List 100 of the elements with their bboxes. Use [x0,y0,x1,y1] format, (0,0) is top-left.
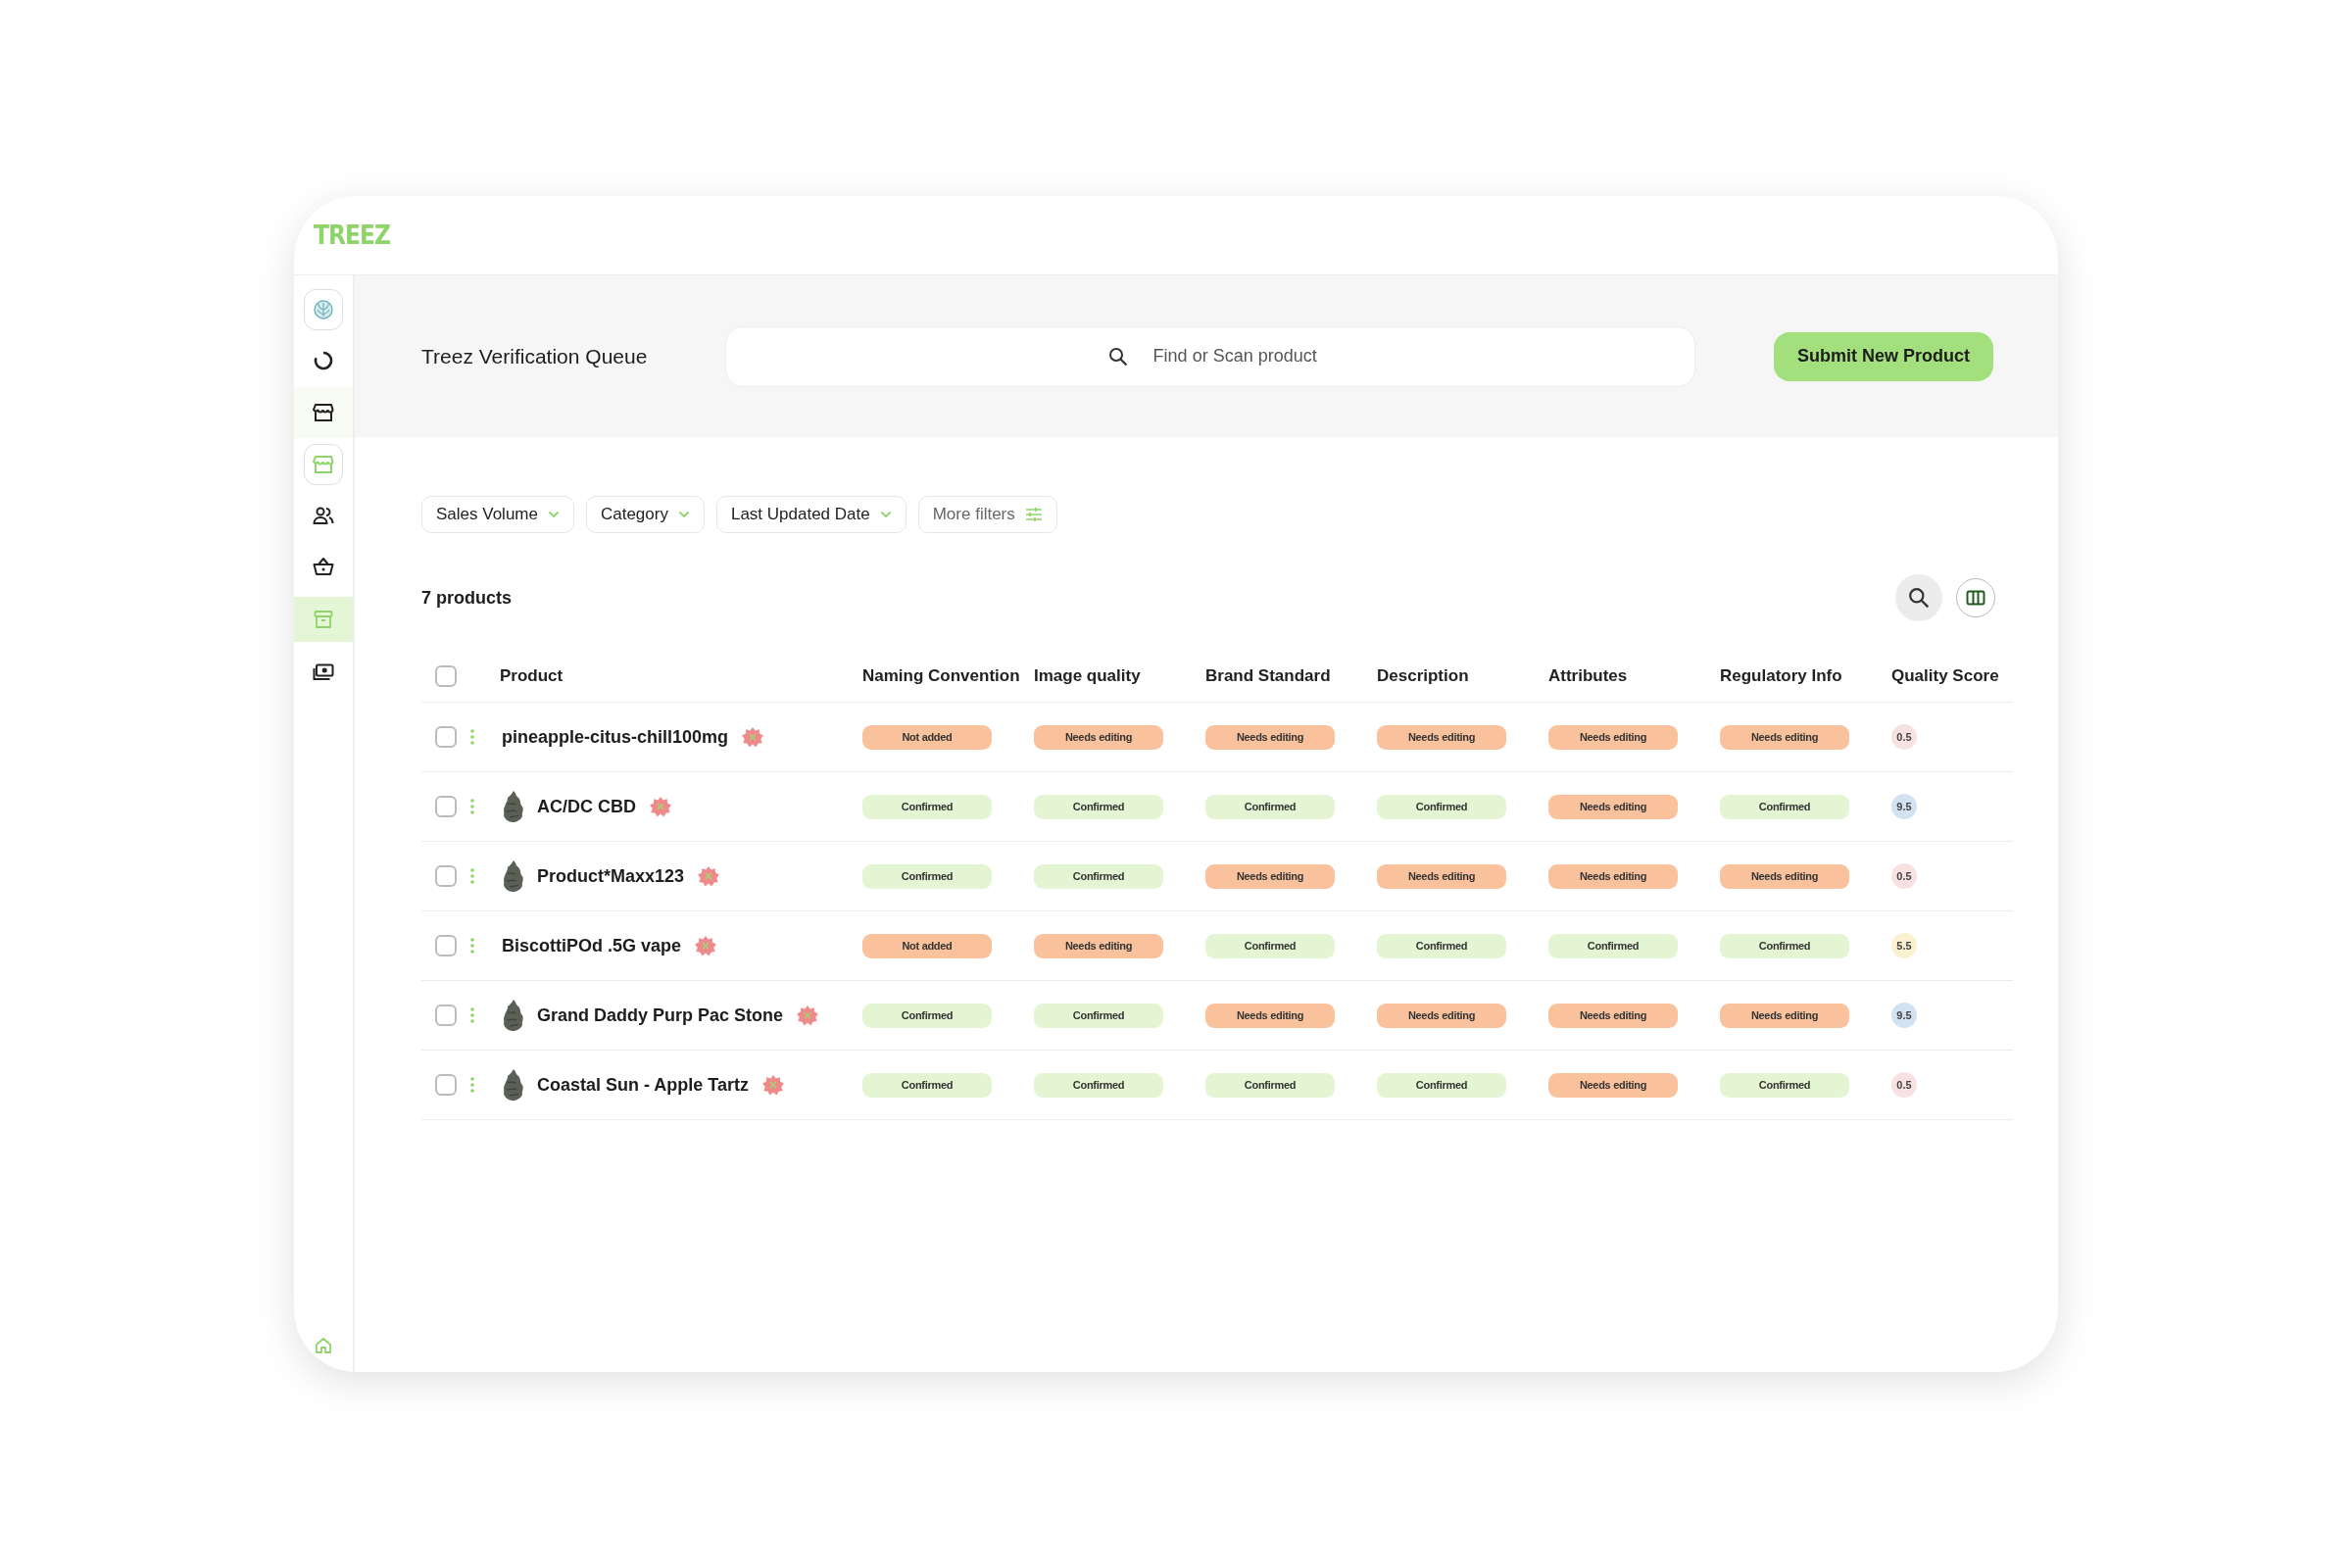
status-badge: Confirmed [1377,933,1506,958]
flower-badge-icon [742,726,764,748]
sidebar-item[interactable] [294,387,353,438]
quality-score: 9.5 [1891,794,1917,819]
column-header: Naming Convention [862,666,1020,686]
search-icon [1108,346,1129,367]
status-badge: Confirmed [1205,794,1335,819]
column-header: Brand Standard [1205,666,1331,686]
status-badge: Needs editing [1205,724,1335,750]
column-header: Regulatory Info [1720,666,1842,686]
status-badge: Confirmed [862,1072,992,1098]
quality-score: 0.5 [1891,724,1917,750]
column-header: Quality Score [1891,666,1999,686]
column-header: Product [500,666,564,686]
select-all-checkbox[interactable] [435,665,457,687]
store-icon [313,403,334,422]
status-badge: Confirmed [1034,794,1163,819]
columns-icon [1966,590,1985,606]
status-badge: Needs editing [1377,1003,1506,1028]
status-badge: Confirmed [1720,933,1849,958]
quality-score: 0.5 [1891,1072,1917,1098]
quality-score: 9.5 [1891,1003,1917,1028]
status-badge: Confirmed [1548,933,1678,958]
filter-dropdown[interactable]: Last Updated Date [715,496,906,533]
cash-icon [313,663,334,681]
status-badge: Confirmed [1034,1072,1163,1098]
product-name[interactable]: Coastal Sun - Apple Tartz [537,1074,750,1096]
flower-badge-icon [695,935,717,956]
status-badge: Confirmed [1377,1072,1506,1098]
row-checkbox[interactable] [435,1004,457,1026]
status-badge: Confirmed [862,1003,992,1028]
status-badge: Needs editing [1548,1072,1678,1098]
row-checkbox[interactable] [435,726,457,748]
status-badge: Needs editing [1720,863,1849,889]
sliders-icon [1024,507,1043,522]
more-vertical-icon[interactable] [470,868,474,884]
people-icon [313,507,334,524]
donut-chart-icon [314,351,333,370]
quality-score: 0.5 [1891,863,1917,889]
flower-badge-icon [797,1004,819,1026]
status-badge: Needs editing [1548,724,1678,750]
more-vertical-icon[interactable] [470,938,474,954]
flower-badge-icon [762,1074,785,1096]
status-badge: Needs editing [1377,863,1506,889]
status-badge: Needs editing [1720,724,1849,750]
column-header: Attributes [1548,666,1628,686]
product-name[interactable]: AC/DC CBD [537,796,636,817]
filter-dropdown[interactable]: Category [585,496,705,533]
status-badge: Not added [862,933,992,958]
status-badge: Needs editing [1034,724,1163,750]
status-badge: Confirmed [1205,933,1335,958]
product-count: 7 products [421,587,512,609]
filter-dropdown[interactable]: More filters [917,496,1057,533]
status-badge: Needs editing [1720,1003,1849,1028]
row-checkbox[interactable] [435,865,457,887]
row-checkbox[interactable] [435,796,457,817]
row-checkbox[interactable] [435,935,457,956]
submit-button[interactable]: Submit New Product [1774,331,1993,381]
product-name[interactable]: Grand Daddy Purp Pac Stone [537,1004,784,1026]
columns-button[interactable] [1956,578,1995,617]
more-vertical-icon[interactable] [470,729,474,745]
status-badge: Needs editing [1548,863,1678,889]
status-badge: Confirmed [862,794,992,819]
home-icon [315,1337,332,1354]
page-title: Treez Verification Queue [421,344,648,368]
column-header: Image quality [1034,666,1141,686]
quality-score: 5.5 [1891,933,1917,958]
more-vertical-icon[interactable] [470,1077,474,1093]
status-badge: Needs editing [1377,724,1506,750]
more-vertical-icon[interactable] [470,799,474,814]
search-field[interactable]: Find or Scan product [725,325,1695,387]
column-header: Description [1377,666,1469,686]
status-badge: Confirmed [1377,794,1506,819]
row-checkbox[interactable] [435,1074,457,1096]
status-badge: Confirmed [1720,794,1849,819]
leaf-globe-icon [313,299,334,320]
status-badge: Needs editing [1548,794,1678,819]
flower-badge-icon [650,796,671,817]
flower-badge-icon [698,865,720,887]
archive-box-icon [314,610,333,629]
chevron-down-icon [879,511,892,518]
chevron-down-icon [677,511,690,518]
chevron-down-icon [547,511,560,518]
status-badge: Needs editing [1205,863,1335,889]
status-badge: Confirmed [1034,1003,1163,1028]
status-badge: Confirmed [1205,1072,1335,1098]
product-name[interactable]: pineapple-citus-chill100mg [502,726,729,748]
logo: TREEZ [314,220,390,250]
status-badge: Confirmed [862,863,992,889]
filter-dropdown[interactable]: Sales Volume [421,496,574,533]
product-name[interactable]: BiscottiPOd .5G vape [502,935,682,956]
status-badge: Not added [862,724,992,750]
product-name[interactable]: Product*Maxx123 [537,865,685,887]
more-vertical-icon[interactable] [470,1007,474,1023]
status-badge: Confirmed [1034,863,1163,889]
search-icon [1908,587,1930,609]
basket-icon [313,557,334,576]
status-badge: Confirmed [1720,1072,1849,1098]
status-badge: Needs editing [1205,1003,1335,1028]
search-button[interactable] [1895,574,1942,621]
